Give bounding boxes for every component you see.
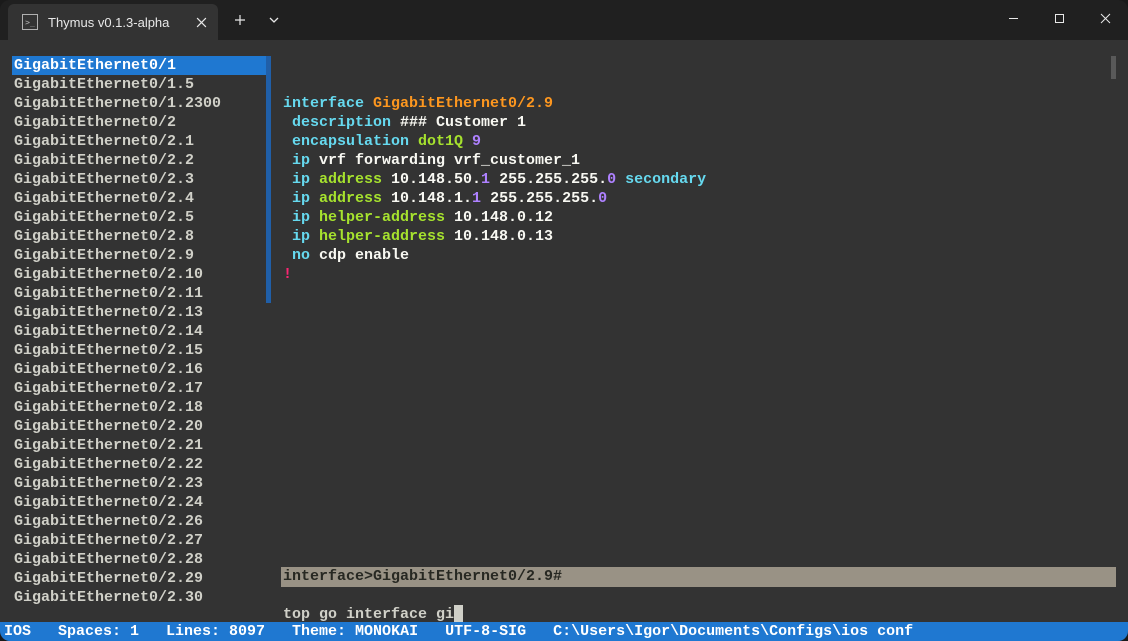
sidebar-item[interactable]: GigabitEthernet0/2.2 xyxy=(12,151,271,170)
sidebar-item[interactable]: GigabitEthernet0/2.28 xyxy=(12,550,271,569)
editor-line: ip helper-address 10.148.0.12 xyxy=(283,208,1116,227)
window-close-button[interactable] xyxy=(1082,0,1128,36)
sidebar-item[interactable]: GigabitEthernet0/2.11 xyxy=(12,284,271,303)
sidebar-item[interactable]: GigabitEthernet0/2.24 xyxy=(12,493,271,512)
tab-title: Thymus v0.1.3-alpha xyxy=(48,15,184,30)
terminal-app-icon: >_ xyxy=(22,14,38,30)
minimize-button[interactable] xyxy=(990,0,1036,36)
breadcrumb: interface>GigabitEthernet0/2.9# xyxy=(281,567,1116,587)
sidebar-item[interactable]: GigabitEthernet0/2.22 xyxy=(12,455,271,474)
sidebar-item[interactable]: GigabitEthernet0/2.8 xyxy=(12,227,271,246)
sidebar-item[interactable]: GigabitEthernet0/2.1 xyxy=(12,132,271,151)
sidebar-item[interactable]: GigabitEthernet0/2.9 xyxy=(12,246,271,265)
editor-line: ip helper-address 10.148.0.13 xyxy=(283,227,1116,246)
sidebar-item[interactable]: GigabitEthernet0/2.13 xyxy=(12,303,271,322)
sidebar-item[interactable]: GigabitEthernet0/2.26 xyxy=(12,512,271,531)
editor-line: ip vrf forwarding vrf_customer_1 xyxy=(283,151,1116,170)
sidebar-item[interactable]: GigabitEthernet0/2.5 xyxy=(12,208,271,227)
sidebar-item[interactable]: GigabitEthernet0/2.18 xyxy=(12,398,271,417)
close-icon[interactable] xyxy=(194,15,208,29)
command-area[interactable]: top go interface gi xyxy=(281,587,1116,625)
sidebar-item[interactable]: GigabitEthernet0/2.17 xyxy=(12,379,271,398)
titlebar: >_ Thymus v0.1.3-alpha xyxy=(0,0,1128,40)
sidebar-item[interactable]: GigabitEthernet0/2.27 xyxy=(12,531,271,550)
sidebar-item[interactable]: GigabitEthernet0/1.5 xyxy=(12,75,271,94)
tab-active[interactable]: >_ Thymus v0.1.3-alpha xyxy=(8,4,218,40)
sidebar-item[interactable]: GigabitEthernet0/2.10 xyxy=(12,265,271,284)
editor-line: interface GigabitEthernet0/2.9 xyxy=(283,94,1116,113)
editor-scrollbar[interactable] xyxy=(1111,56,1116,79)
editor-line: ! xyxy=(283,265,1116,284)
content-area: GigabitEthernet0/1GigabitEthernet0/1.5Gi… xyxy=(12,56,1116,625)
sidebar-item[interactable]: GigabitEthernet0/1.2300 xyxy=(12,94,271,113)
sidebar-item[interactable]: GigabitEthernet0/2.16 xyxy=(12,360,271,379)
tab-dropdown-button[interactable] xyxy=(258,4,290,36)
editor-line: ip address 10.148.1.1 255.255.255.0 xyxy=(283,189,1116,208)
sidebar-item[interactable]: GigabitEthernet0/2.30 xyxy=(12,588,271,607)
config-editor[interactable]: interface GigabitEthernet0/2.9 descripti… xyxy=(281,56,1116,567)
editor-line: ip address 10.148.50.1 255.255.255.0 sec… xyxy=(283,170,1116,189)
sidebar-item[interactable]: GigabitEthernet0/2.15 xyxy=(12,341,271,360)
main-panel: interface GigabitEthernet0/2.9 descripti… xyxy=(281,56,1116,625)
terminal-window: >_ Thymus v0.1.3-alpha Gi xyxy=(0,0,1128,641)
editor-line: encapsulation dot1Q 9 xyxy=(283,132,1116,151)
sidebar-item[interactable]: GigabitEthernet0/2.21 xyxy=(12,436,271,455)
interface-sidebar[interactable]: GigabitEthernet0/1GigabitEthernet0/1.5Gi… xyxy=(12,56,271,625)
text-cursor xyxy=(454,605,463,622)
sidebar-item[interactable]: GigabitEthernet0/2.4 xyxy=(12,189,271,208)
sidebar-item[interactable]: GigabitEthernet0/2.14 xyxy=(12,322,271,341)
sidebar-item[interactable]: GigabitEthernet0/2.29 xyxy=(12,569,271,588)
sidebar-item[interactable]: GigabitEthernet0/2.23 xyxy=(12,474,271,493)
sidebar-item[interactable]: GigabitEthernet0/2.20 xyxy=(12,417,271,436)
status-bar: IOS Spaces: 1 Lines: 8097 Theme: MONOKAI… xyxy=(0,622,1128,641)
maximize-button[interactable] xyxy=(1036,0,1082,36)
editor-line: description ### Customer 1 xyxy=(283,113,1116,132)
editor-line: no cdp enable xyxy=(283,246,1116,265)
command-input[interactable]: top go interface gi xyxy=(283,606,463,623)
window-controls xyxy=(990,0,1128,36)
sidebar-item[interactable]: GigabitEthernet0/1 xyxy=(12,56,271,75)
new-tab-button[interactable] xyxy=(222,4,258,36)
sidebar-scrollbar[interactable] xyxy=(266,56,271,303)
app-body: GigabitEthernet0/1GigabitEthernet0/1.5Gi… xyxy=(0,40,1128,641)
sidebar-item[interactable]: GigabitEthernet0/2 xyxy=(12,113,271,132)
sidebar-item[interactable]: GigabitEthernet0/2.3 xyxy=(12,170,271,189)
